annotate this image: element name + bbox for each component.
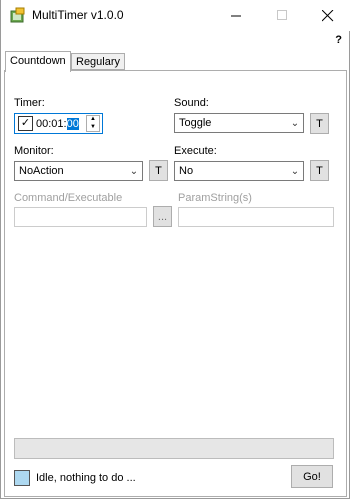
timer-time-prefix: 00:01: — [36, 117, 67, 130]
timer-label: Timer: — [14, 97, 45, 109]
monitor-test-button[interactable]: T — [149, 160, 168, 181]
execute-select[interactable]: No ⌄ — [174, 161, 304, 181]
title-bar: MultiTimer v1.0.0 — [1, 0, 351, 31]
progress-bar — [14, 438, 334, 459]
spin-down-icon[interactable]: ▼ — [87, 124, 99, 132]
close-button[interactable] — [305, 0, 351, 31]
status-indicator — [14, 470, 30, 486]
execute-select-value: No — [179, 165, 194, 177]
go-button[interactable]: Go! — [291, 465, 333, 488]
sound-test-button[interactable]: T — [310, 113, 329, 134]
command-label: Command/Executable — [14, 192, 123, 204]
browse-button[interactable]: ... — [153, 206, 172, 227]
spin-up-icon[interactable]: ▲ — [87, 116, 99, 124]
timer-enable-checkbox[interactable]: ✓ — [18, 116, 33, 131]
status-text: Idle, nothing to do ... — [36, 472, 136, 484]
chevron-down-icon: ⌄ — [290, 165, 300, 177]
chevron-down-icon: ⌄ — [129, 165, 139, 177]
maximize-icon — [276, 10, 287, 20]
sound-select[interactable]: Toggle ⌄ — [174, 113, 304, 133]
execute-label: Execute: — [174, 145, 217, 157]
maximize-button — [259, 0, 305, 31]
minimize-icon — [230, 15, 241, 17]
window-title: MultiTimer v1.0.0 — [32, 8, 124, 22]
timer-time-value[interactable]: 00:01:00 — [36, 117, 79, 130]
timer-spinner[interactable]: ▲ ▼ — [86, 115, 100, 132]
sound-label: Sound: — [174, 97, 209, 109]
monitor-select[interactable]: NoAction ⌄ — [14, 161, 143, 181]
minimize-button[interactable] — [213, 0, 259, 31]
params-label: ParamString(s) — [178, 192, 252, 204]
timer-time-selected: 00 — [66, 117, 79, 130]
app-window: MultiTimer v1.0.0 ? Countdown Regulary T… — [0, 0, 351, 499]
execute-test-button[interactable]: T — [310, 160, 329, 181]
params-input[interactable] — [178, 207, 334, 227]
chevron-down-icon: ⌄ — [290, 117, 300, 129]
help-button[interactable]: ? — [335, 34, 342, 46]
tab-regulary[interactable]: Regulary — [71, 53, 125, 70]
command-input[interactable] — [14, 207, 147, 227]
tab-countdown[interactable]: Countdown — [5, 51, 71, 72]
timer-time-picker[interactable]: ✓ 00:01:00 ▲ ▼ — [14, 113, 103, 134]
countdown-panel — [4, 70, 347, 497]
monitor-label: Monitor: — [14, 145, 54, 157]
checkmark-icon: ✓ — [20, 117, 31, 129]
timer-app-icon — [10, 7, 25, 23]
close-icon — [322, 9, 334, 21]
monitor-select-value: NoAction — [19, 165, 64, 177]
sound-select-value: Toggle — [179, 117, 212, 129]
